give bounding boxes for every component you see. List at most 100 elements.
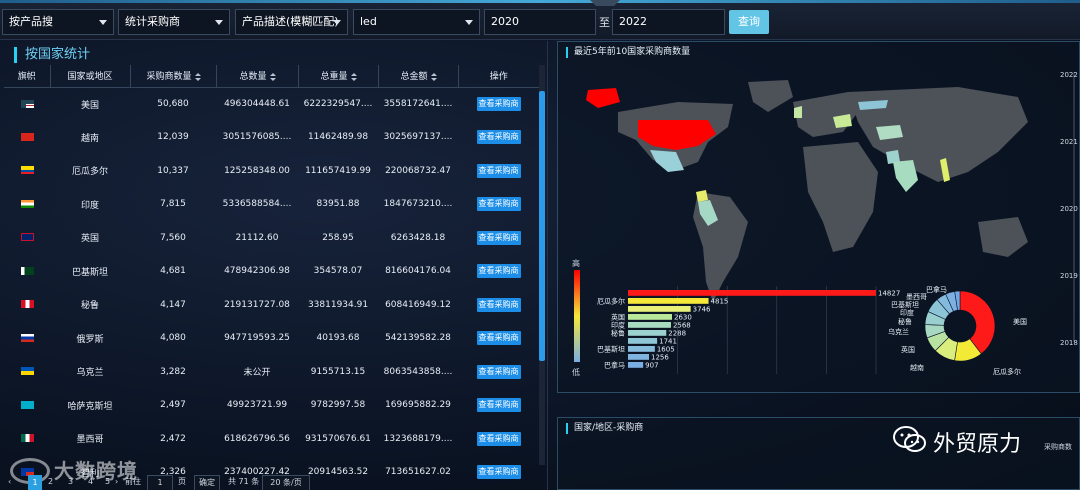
table-row: 巴基斯坦 4,681 478942306.98 354578.07 816604176.… bbox=[4, 255, 539, 289]
buyer-stat-select[interactable]: 统计采购商 bbox=[118, 9, 230, 35]
action-cell: 查看采购商 bbox=[458, 389, 539, 423]
view-buyers-button[interactable]: 查看采购商 bbox=[476, 465, 521, 480]
prev-page-icon[interactable]: ‹ bbox=[8, 475, 11, 489]
timeline-year[interactable]: 2019 bbox=[1060, 272, 1078, 280]
bar-6[interactable] bbox=[628, 338, 658, 344]
view-buyers-button[interactable]: 查看采购商 bbox=[476, 163, 521, 178]
country-cell: 乌克兰 bbox=[76, 368, 104, 379]
year-timeline: 2022 2021 2020 2019 2018 bbox=[1060, 71, 1078, 347]
bar-1[interactable] bbox=[628, 298, 709, 304]
col-buyers[interactable]: 采购商数量 bbox=[130, 65, 217, 88]
page-input[interactable]: 1 bbox=[147, 475, 173, 490]
buyers-cell: 7,560 bbox=[160, 232, 186, 243]
bar-4[interactable] bbox=[628, 322, 671, 328]
pie-label: 印度 bbox=[900, 308, 914, 317]
bar-7[interactable] bbox=[628, 346, 655, 352]
view-buyers-button[interactable]: 查看采购商 bbox=[476, 364, 521, 379]
map-region-australia[interactable] bbox=[978, 217, 1028, 257]
legend-gradient-bar[interactable] bbox=[574, 270, 580, 362]
map-region-africa[interactable] bbox=[803, 142, 878, 252]
view-buyers-button[interactable]: 查看采购商 bbox=[476, 264, 521, 279]
view-buyers-button[interactable]: 查看采购商 bbox=[476, 230, 521, 245]
action-cell: 查看采购商 bbox=[458, 355, 539, 389]
col-weight[interactable]: 总重量 bbox=[298, 65, 379, 88]
flag-icon bbox=[20, 333, 34, 342]
range-separator: 至 bbox=[599, 16, 610, 29]
bar-2[interactable] bbox=[628, 306, 691, 312]
col-country: 国家或地区 bbox=[50, 65, 131, 88]
map-country-uk-highlight[interactable] bbox=[794, 106, 802, 118]
table-header-row: 旗帜 国家或地区 采购商数量 总数量 总重量 总金额 操作 bbox=[4, 65, 539, 88]
weight-cell: 9155713.15 bbox=[310, 366, 366, 377]
year-to-input[interactable]: 2022 bbox=[612, 9, 725, 35]
bar-category-label: 厄瓜多尔 bbox=[597, 296, 625, 305]
sort-icon[interactable] bbox=[269, 72, 276, 81]
bar-8[interactable] bbox=[628, 354, 650, 360]
bar-9[interactable] bbox=[628, 362, 644, 368]
view-buyers-button[interactable]: 查看采购商 bbox=[476, 197, 521, 212]
sort-icon[interactable] bbox=[430, 72, 437, 81]
view-buyers-button[interactable]: 查看采购商 bbox=[476, 130, 521, 145]
bar-5[interactable] bbox=[628, 330, 667, 336]
weight-cell: 6222329547.... bbox=[303, 99, 373, 109]
buyers-cell: 4,080 bbox=[160, 333, 186, 344]
pie-label: 巴基斯坦 bbox=[891, 300, 919, 309]
action-cell: 查看采购商 bbox=[458, 255, 539, 289]
confirm-button[interactable]: 确定 bbox=[194, 475, 220, 490]
top10-bar-chart: 148274815厄瓜多尔37462630英国2568印度2288秘鲁17411… bbox=[597, 286, 900, 374]
page-4[interactable]: 4 bbox=[88, 475, 93, 489]
flag-cell bbox=[4, 188, 50, 222]
view-buyers-button[interactable]: 查看采购商 bbox=[476, 398, 521, 413]
query-button[interactable]: 查询 bbox=[729, 10, 769, 34]
sort-icon[interactable] bbox=[350, 72, 357, 81]
map-region-greenland[interactable] bbox=[748, 80, 793, 112]
map-country-ecuador-highlight[interactable] bbox=[696, 190, 708, 202]
col-amount[interactable]: 总金额 bbox=[378, 65, 459, 88]
view-buyers-button[interactable]: 查看采购商 bbox=[476, 431, 521, 446]
bar-value-label: 3746 bbox=[693, 305, 711, 313]
action-cell: 查看采购商 bbox=[458, 87, 539, 121]
page-2[interactable]: 2 bbox=[48, 475, 53, 489]
bar-3[interactable] bbox=[628, 314, 672, 320]
timeline-year[interactable]: 2018 bbox=[1060, 339, 1078, 347]
per-page-select[interactable]: 20 条/页 bbox=[262, 475, 310, 490]
country-cell: 越南 bbox=[80, 133, 99, 144]
table-scrollbar-thumb[interactable] bbox=[539, 91, 545, 361]
page-1[interactable]: 1 bbox=[28, 475, 42, 490]
flag-icon bbox=[20, 132, 34, 141]
weight-cell: 354578.07 bbox=[313, 266, 363, 277]
col-qty[interactable]: 总数量 bbox=[216, 65, 299, 88]
timeline-year[interactable]: 2021 bbox=[1060, 138, 1078, 146]
bar-0[interactable] bbox=[628, 290, 876, 296]
timeline-year[interactable]: 2022 bbox=[1060, 71, 1078, 79]
flag-icon bbox=[20, 434, 34, 443]
view-buyers-button[interactable]: 查看采购商 bbox=[476, 297, 521, 312]
match-mode-select[interactable]: 产品描述(模糊匹配) bbox=[235, 9, 348, 35]
table-row: 越南 12,039 3051576085.... 11462489.98 3025697… bbox=[4, 121, 539, 155]
weight-cell: 83951.88 bbox=[316, 199, 360, 210]
bar-category-label: 英国 bbox=[611, 312, 625, 321]
weight-cell: 9782997.58 bbox=[310, 400, 366, 411]
next-page-icon[interactable]: › bbox=[115, 475, 118, 489]
sort-icon[interactable] bbox=[194, 72, 201, 81]
total-count: 共 71 条 bbox=[228, 477, 260, 486]
table-row: 墨西哥 2,472 618626796.56 931570676.61 13236881… bbox=[4, 422, 539, 456]
buyers-cell: 10,337 bbox=[157, 165, 189, 176]
view-buyers-button[interactable]: 查看采购商 bbox=[476, 331, 521, 346]
year-from-input[interactable]: 2020 bbox=[484, 9, 596, 35]
table-row: 印度 7,815 5336588584.... 83951.88 1847673210.… bbox=[4, 188, 539, 222]
timeline-year[interactable]: 2020 bbox=[1060, 205, 1078, 213]
country-cell: 厄瓜多尔 bbox=[71, 167, 108, 178]
product-search-select[interactable]: 按产品搜 bbox=[2, 9, 114, 35]
country-cell: 美国 bbox=[80, 100, 99, 111]
wechat-watermark-text: 外贸原力 bbox=[933, 432, 1022, 457]
amount-cell: 1323688179.... bbox=[383, 433, 453, 444]
page-3[interactable]: 3 bbox=[68, 475, 73, 489]
weight-cell: 111657419.99 bbox=[305, 165, 371, 176]
view-buyers-button[interactable]: 查看采购商 bbox=[476, 97, 521, 111]
flag-cell bbox=[4, 288, 50, 322]
buyers-cell: 2,497 bbox=[160, 400, 186, 411]
page-5[interactable]: 5 bbox=[105, 475, 110, 489]
map-country-alaska-highlight[interactable] bbox=[586, 88, 620, 108]
keyword-input[interactable]: led bbox=[353, 9, 480, 35]
